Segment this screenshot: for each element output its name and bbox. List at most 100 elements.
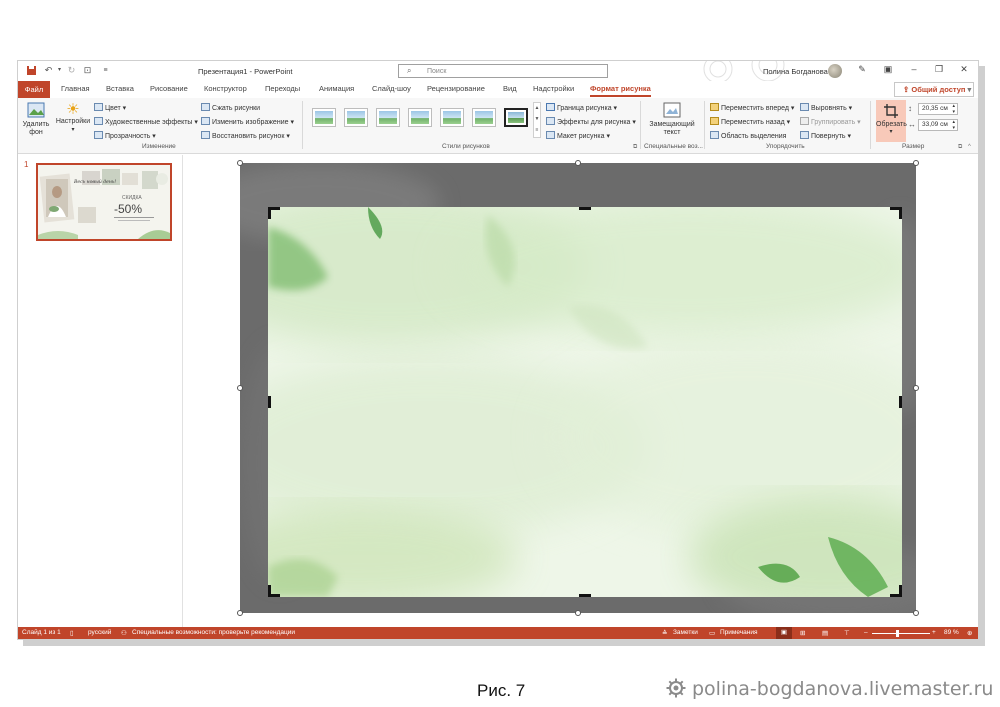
reading-view-icon[interactable]: ▤ — [822, 629, 828, 637]
zoom-slider-thumb[interactable] — [896, 630, 899, 637]
slideshow-icon[interactable]: ⊤ — [844, 629, 850, 637]
undo-icon[interactable]: ↶ — [43, 65, 54, 76]
crop-handle[interactable] — [268, 585, 271, 597]
crop-handle[interactable] — [899, 396, 902, 408]
corrections-button[interactable]: ☀ Настройки ▾ — [54, 102, 92, 134]
zoom-slider[interactable] — [872, 633, 930, 634]
color-button[interactable]: Цвет ▾ — [94, 103, 126, 112]
resize-handle[interactable] — [575, 160, 581, 166]
close-icon[interactable]: ✕ — [956, 64, 972, 75]
picture-layout-button[interactable]: Макет рисунка ▾ — [546, 131, 610, 140]
normal-view-icon[interactable]: ▣ — [776, 627, 792, 639]
rotate-button[interactable]: Повернуть ▾ — [800, 131, 851, 140]
search-icon: ⌕ — [407, 66, 412, 75]
styles-scroll[interactable]: ▲ ▼ ≡ — [533, 102, 541, 138]
spinner-icon[interactable]: ▴ ▾ — [952, 119, 955, 131]
crop-button[interactable]: Обрезать ▾ — [876, 100, 907, 142]
tab-home[interactable]: Главная — [61, 84, 90, 93]
crop-handle[interactable] — [268, 396, 271, 408]
pen-icon[interactable]: ✎ — [854, 64, 870, 75]
crop-handle[interactable] — [579, 594, 591, 597]
share-button[interactable]: ⇪ Общий доступ ▾ — [894, 82, 974, 97]
picture-style-5[interactable] — [440, 108, 464, 127]
tab-transitions[interactable]: Переходы — [265, 84, 300, 93]
resize-handle[interactable] — [237, 610, 243, 616]
collapse-ribbon-icon[interactable]: ^ — [968, 144, 971, 150]
chevron-down-icon[interactable]: ▾ — [54, 65, 65, 76]
slide-thumbnail[interactable]: Весь новый день! СКИДКА -50% — [36, 163, 172, 241]
cropped-image[interactable] — [268, 207, 902, 597]
transparency-button[interactable]: Прозрачность ▾ — [94, 131, 156, 140]
align-button[interactable]: Выровнять ▾ — [800, 103, 852, 112]
dialog-launcher-icon[interactable]: ⧉ — [633, 144, 637, 151]
resize-handle[interactable] — [237, 385, 243, 391]
zoom-out-icon[interactable]: – — [864, 629, 868, 636]
ribbon-tabs: Файл Главная Вставка Рисование Конструкт… — [18, 81, 978, 98]
slide-sorter-icon[interactable]: ⊞ — [800, 629, 805, 637]
tab-review[interactable]: Рецензирование — [427, 84, 485, 93]
selection-pane-button[interactable]: Область выделения — [710, 131, 786, 140]
present-icon[interactable]: ⊡ — [82, 65, 93, 76]
resize-handle[interactable] — [913, 610, 919, 616]
language-indicator[interactable]: русский — [88, 629, 111, 636]
chevron-down-icon: ▾ — [889, 129, 893, 135]
zoom-level[interactable]: 89 % — [944, 629, 959, 636]
send-backward-button[interactable]: Переместить назад ▾ — [710, 117, 790, 126]
avatar[interactable] — [828, 64, 842, 78]
picture-effects-button[interactable]: Эффекты для рисунка ▾ — [546, 117, 636, 126]
resize-handle[interactable] — [237, 160, 243, 166]
customize-toolbar-icon[interactable]: ≡ — [100, 65, 111, 76]
border-label: Граница рисунка — [557, 105, 612, 112]
picture-style-6[interactable] — [472, 108, 496, 127]
group-button[interactable]: Группировать ▾ — [800, 117, 861, 126]
save-icon[interactable] — [26, 65, 37, 76]
picture-style-2[interactable] — [344, 108, 368, 127]
resize-handle[interactable] — [913, 385, 919, 391]
tab-picture-format[interactable]: Формат рисунка — [590, 84, 651, 97]
restore-icon[interactable]: ❐ — [931, 64, 947, 75]
resize-handle[interactable] — [913, 160, 919, 166]
tab-addins[interactable]: Надстройки — [533, 84, 574, 93]
search-input[interactable]: ⌕ Поиск — [398, 64, 608, 78]
dialog-launcher-icon[interactable]: ⧉ — [958, 144, 962, 151]
remove-background-button[interactable]: Удалить фон — [21, 102, 51, 137]
bring-forward-button[interactable]: Переместить вперед ▾ — [710, 103, 794, 112]
notes-button[interactable]: Заметки — [673, 629, 698, 636]
compress-pictures-button[interactable]: Сжать рисунки — [201, 103, 260, 112]
crop-handle[interactable] — [899, 207, 902, 219]
alt-text-button[interactable]: Замещающий текст — [644, 102, 700, 137]
ribbon-separator — [704, 101, 705, 149]
spellcheck-icon[interactable]: ▯ — [70, 629, 74, 637]
tab-slideshow[interactable]: Слайд-шоу — [372, 84, 411, 93]
tab-file[interactable]: Файл — [18, 81, 50, 98]
picture-border-button[interactable]: Граница рисунка ▾ — [546, 103, 617, 112]
artistic-effects-button[interactable]: Художественные эффекты ▾ — [94, 117, 198, 126]
zoom-in-icon[interactable]: + — [932, 629, 936, 636]
tab-animations[interactable]: Анимация — [319, 84, 354, 93]
picture-style-7[interactable] — [504, 108, 528, 127]
tab-insert[interactable]: Вставка — [106, 84, 134, 93]
ribbon-display-icon[interactable]: ▣ — [880, 64, 896, 75]
resize-handle[interactable] — [575, 610, 581, 616]
change-picture-button[interactable]: Изменить изображение ▾ — [201, 117, 294, 126]
accessibility-status[interactable]: Специальные возможности: проверьте реком… — [132, 629, 295, 636]
spinner-icon[interactable]: ▴ ▾ — [952, 103, 955, 115]
ribbon-separator — [640, 101, 641, 149]
crop-handle[interactable] — [899, 585, 902, 597]
height-input[interactable]: 20,35 см ▴ ▾ — [918, 103, 958, 115]
minimize-icon[interactable]: – — [906, 64, 922, 74]
picture-style-4[interactable] — [408, 108, 432, 127]
crop-handle[interactable] — [579, 207, 591, 210]
redo-icon[interactable]: ↻ — [66, 65, 77, 76]
width-input[interactable]: 33,09 см ▴ ▾ — [918, 119, 958, 131]
crop-handle[interactable] — [268, 207, 271, 219]
reset-picture-button[interactable]: Восстановить рисунок ▾ — [201, 131, 290, 140]
fit-to-window-icon[interactable]: ⊕ — [967, 629, 972, 637]
tab-draw[interactable]: Рисование — [150, 84, 188, 93]
comments-button[interactable]: Примечания — [720, 629, 758, 636]
tab-view[interactable]: Вид — [503, 84, 517, 93]
tab-design[interactable]: Конструктор — [204, 84, 247, 93]
picture-style-1[interactable] — [312, 108, 336, 127]
figure-caption: Рис. 7 — [477, 681, 526, 700]
picture-style-3[interactable] — [376, 108, 400, 127]
